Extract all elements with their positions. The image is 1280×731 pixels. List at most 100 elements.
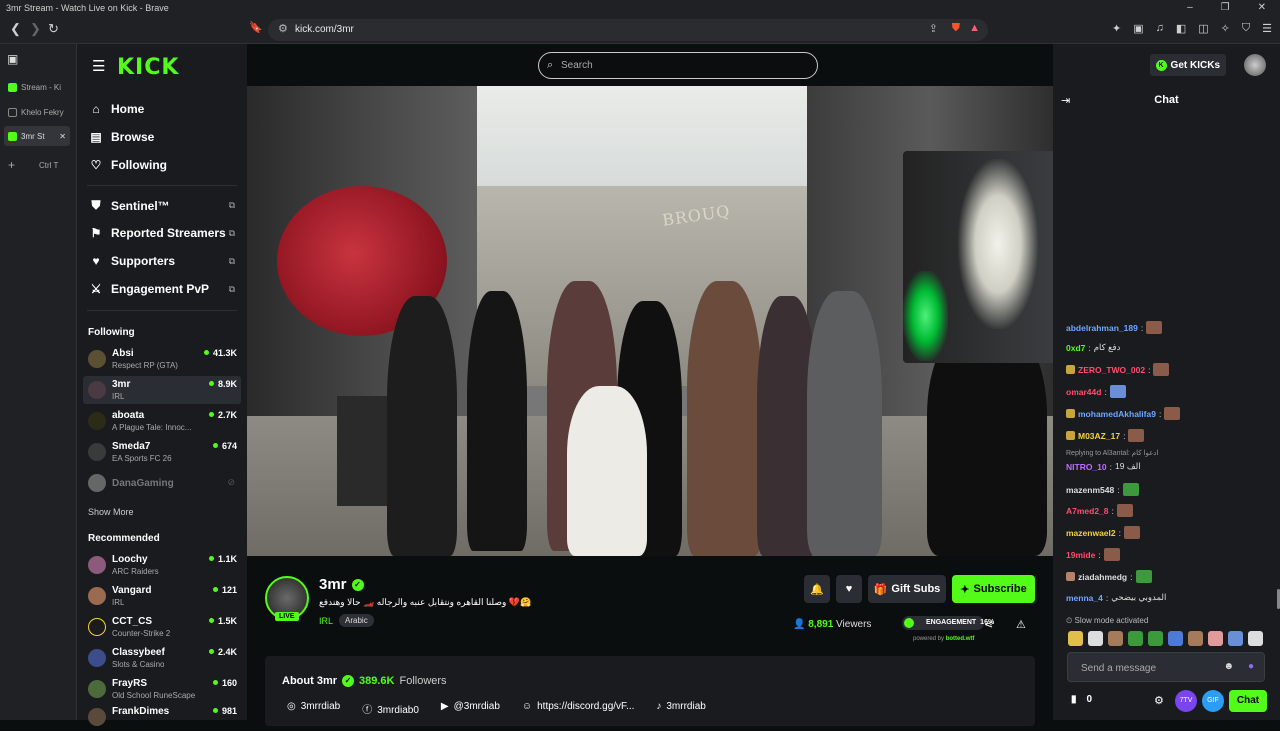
7tv-button[interactable]: 7TV (1175, 690, 1197, 712)
flower-vase (958, 159, 1038, 329)
vertical-tab-strip: ▣ Stream - Ki Khelo Fekry 3mr St ✕ + Ctrl … (0, 44, 77, 720)
settings-gear-icon[interactable]: ⚙ (1154, 694, 1164, 707)
sidebar-toggle-icon[interactable]: ◧ (1176, 22, 1186, 35)
emote-icon[interactable] (1228, 631, 1243, 646)
nav-browse[interactable]: ▤ Browse (89, 130, 154, 144)
avatar (88, 412, 106, 430)
gift-subs-button[interactable]: 🎁 Gift Subs (868, 575, 946, 603)
channel-smeda7[interactable]: Smeda7 EA Sports FC 26 674 (83, 438, 241, 466)
follow-heart-button[interactable]: ♥ (836, 575, 862, 603)
leo-icon[interactable]: ✧ (1221, 22, 1230, 35)
maximize-icon[interactable]: ❐ (1221, 2, 1230, 13)
emoji-icon[interactable]: ☻ (1223, 661, 1234, 672)
channel-frayrs[interactable]: FrayRS Old School RuneScape 160 (83, 675, 241, 703)
hamburger-menu-icon[interactable]: ☰ (92, 57, 105, 75)
url-text[interactable]: kick.com/3mr (295, 24, 354, 35)
channel-cct-cs[interactable]: CCT_CS Counter-Strike 2 1.5K (83, 613, 241, 641)
wallet-icon[interactable]: ◫ (1198, 22, 1208, 35)
tab-panel-icon[interactable]: ▣ (7, 52, 18, 66)
extensions-icon[interactable]: ✦ (1112, 22, 1121, 35)
emote-quick-bar (1068, 631, 1263, 646)
emote-icon[interactable] (1108, 631, 1123, 646)
slow-mode-notice: ⏲ Slow mode activated (1066, 616, 1149, 625)
menu-icon[interactable]: ☰ (1262, 22, 1272, 35)
brave-shields-icon[interactable]: ⛊ (952, 22, 960, 35)
channel-loochy[interactable]: Loochy ARC Raiders 1.1K (83, 551, 241, 579)
brave-rewards-icon[interactable]: ▲ (969, 22, 980, 34)
browse-icon: ▤ (90, 130, 102, 144)
discord-link[interactable]: ☺ https://discord.gg/vF... (522, 701, 634, 716)
reload-icon[interactable]: ↻ (48, 21, 59, 37)
new-tab-button[interactable]: + Ctrl T (4, 155, 70, 175)
chat-message-input[interactable]: Send a message ☻ ● (1067, 652, 1265, 682)
nav-supporters[interactable]: ♥ Supporters (89, 254, 175, 268)
tab-close-icon[interactable]: ✕ (59, 132, 66, 141)
language-tag[interactable]: Arabic (339, 614, 374, 627)
stream-title: وصلنا القاهره ونتقابل عنبه والرجاله 🏎️ ح… (319, 597, 532, 607)
forward-icon[interactable]: ❯ (30, 21, 41, 37)
user-avatar[interactable] (1244, 54, 1266, 76)
emote-icon[interactable] (1208, 631, 1223, 646)
kick-logo[interactable]: KICK (117, 55, 179, 80)
emote-icon[interactable] (1168, 631, 1183, 646)
minimize-icon[interactable]: – (1187, 2, 1193, 13)
nav-engagement-pvp[interactable]: ⚔ Engagement PvP (89, 282, 209, 296)
video-player[interactable]: BROUQ (247, 86, 1053, 556)
nav-sentinel[interactable]: ⛊ Sentinel™ (89, 198, 169, 213)
get-kicks-button[interactable]: K Get KICKs (1149, 54, 1226, 76)
verified-icon: ✓ (342, 675, 354, 687)
person-icon: 👤 (793, 619, 806, 630)
emote-icon[interactable] (1088, 631, 1103, 646)
emote-icon[interactable] (1128, 631, 1143, 646)
person (387, 296, 457, 556)
share-icon[interactable]: ⋖ (984, 618, 993, 631)
emote-icon[interactable] (1248, 631, 1263, 646)
emote-icon[interactable] (1068, 631, 1083, 646)
tiktok-link[interactable]: ♪ 3mrrdiab (656, 701, 705, 716)
share-icon[interactable]: ⇪ (929, 22, 938, 35)
emote-icon[interactable] (1188, 631, 1203, 646)
channel-absi[interactable]: Absi Respect RP (GTA) 41.3K (83, 345, 241, 373)
notification-bell-button[interactable]: 🔔 (804, 575, 830, 603)
gif-button[interactable]: GIF (1202, 690, 1224, 712)
search-input[interactable]: ⌕ Search (538, 52, 818, 79)
tab-khelo[interactable]: Khelo Fekry (4, 102, 70, 122)
bookmark-icon[interactable]: 🔖 (249, 21, 263, 34)
channel-aboata[interactable]: aboata A Plague Tale: Innoc... 2.7K (83, 407, 241, 435)
channel-frankdimes[interactable]: FrankDimes 981 (83, 703, 241, 731)
send-chat-button[interactable]: Chat (1229, 690, 1267, 712)
channel-3mr[interactable]: 3mr IRL 8.9K (83, 376, 241, 404)
channel-classybeef[interactable]: Classybeef Slots & Casino 2.4K (83, 644, 241, 672)
instagram-link[interactable]: ◎ 3mrrdiab (287, 701, 340, 716)
nav-reported-streamers[interactable]: ⚑ Reported Streamers (89, 226, 226, 240)
youtube-link[interactable]: ▶ @3mrdiab (441, 701, 500, 716)
report-icon[interactable]: ⚠ (1016, 618, 1026, 631)
subscribe-button[interactable]: ✦ Subscribe (952, 575, 1035, 603)
show-more-button[interactable]: Show More (88, 507, 134, 517)
clock-icon: ⏲ (1066, 616, 1073, 625)
site-info-icon[interactable]: ⚙ (278, 22, 288, 35)
back-icon[interactable]: ❮ (10, 21, 21, 37)
media-icon[interactable]: ♫ (1156, 22, 1164, 35)
vpn-icon[interactable]: ⛉ (1242, 22, 1250, 35)
streamer-name[interactable]: 3mr ✓ (319, 576, 364, 593)
facebook-link[interactable]: ⓕ 3mrdiab0 (362, 701, 419, 716)
nav-following[interactable]: ♡ Following (89, 158, 167, 172)
kick-emote-icon[interactable]: ● (1248, 661, 1254, 672)
tab-3mr[interactable]: 3mr St ✕ (4, 126, 70, 146)
emote-icon (1122, 483, 1139, 496)
address-bar[interactable]: ⚙ kick.com/3mr ⇪ ⛊ ▲ (268, 19, 988, 41)
social-links: ◎ 3mrrdiab ⓕ 3mrdiab0 ▶ @3mrdiab ☺ https://d… (287, 701, 706, 716)
channel-danagaming[interactable]: DanaGaming ⊘ (83, 469, 241, 497)
close-icon[interactable]: ✕ (1258, 2, 1266, 13)
webcam-overlay (903, 151, 1053, 363)
emote-icon[interactable] (1148, 631, 1163, 646)
channel-vangard[interactable]: Vangard IRL 121 (83, 582, 241, 610)
category-link[interactable]: IRL (319, 616, 333, 626)
nav-home[interactable]: ⌂ Home (89, 102, 144, 116)
screenshot-icon[interactable]: ▣ (1133, 22, 1143, 35)
emote-icon (1109, 385, 1126, 398)
kicks-balance[interactable]: ▮ 0 (1071, 694, 1092, 705)
tab-stream-ki[interactable]: Stream - Ki (4, 77, 70, 97)
chat-panel: K Get KICKs ⇥ Chat abdelrahman_189: 0xd7:… (1053, 44, 1280, 720)
